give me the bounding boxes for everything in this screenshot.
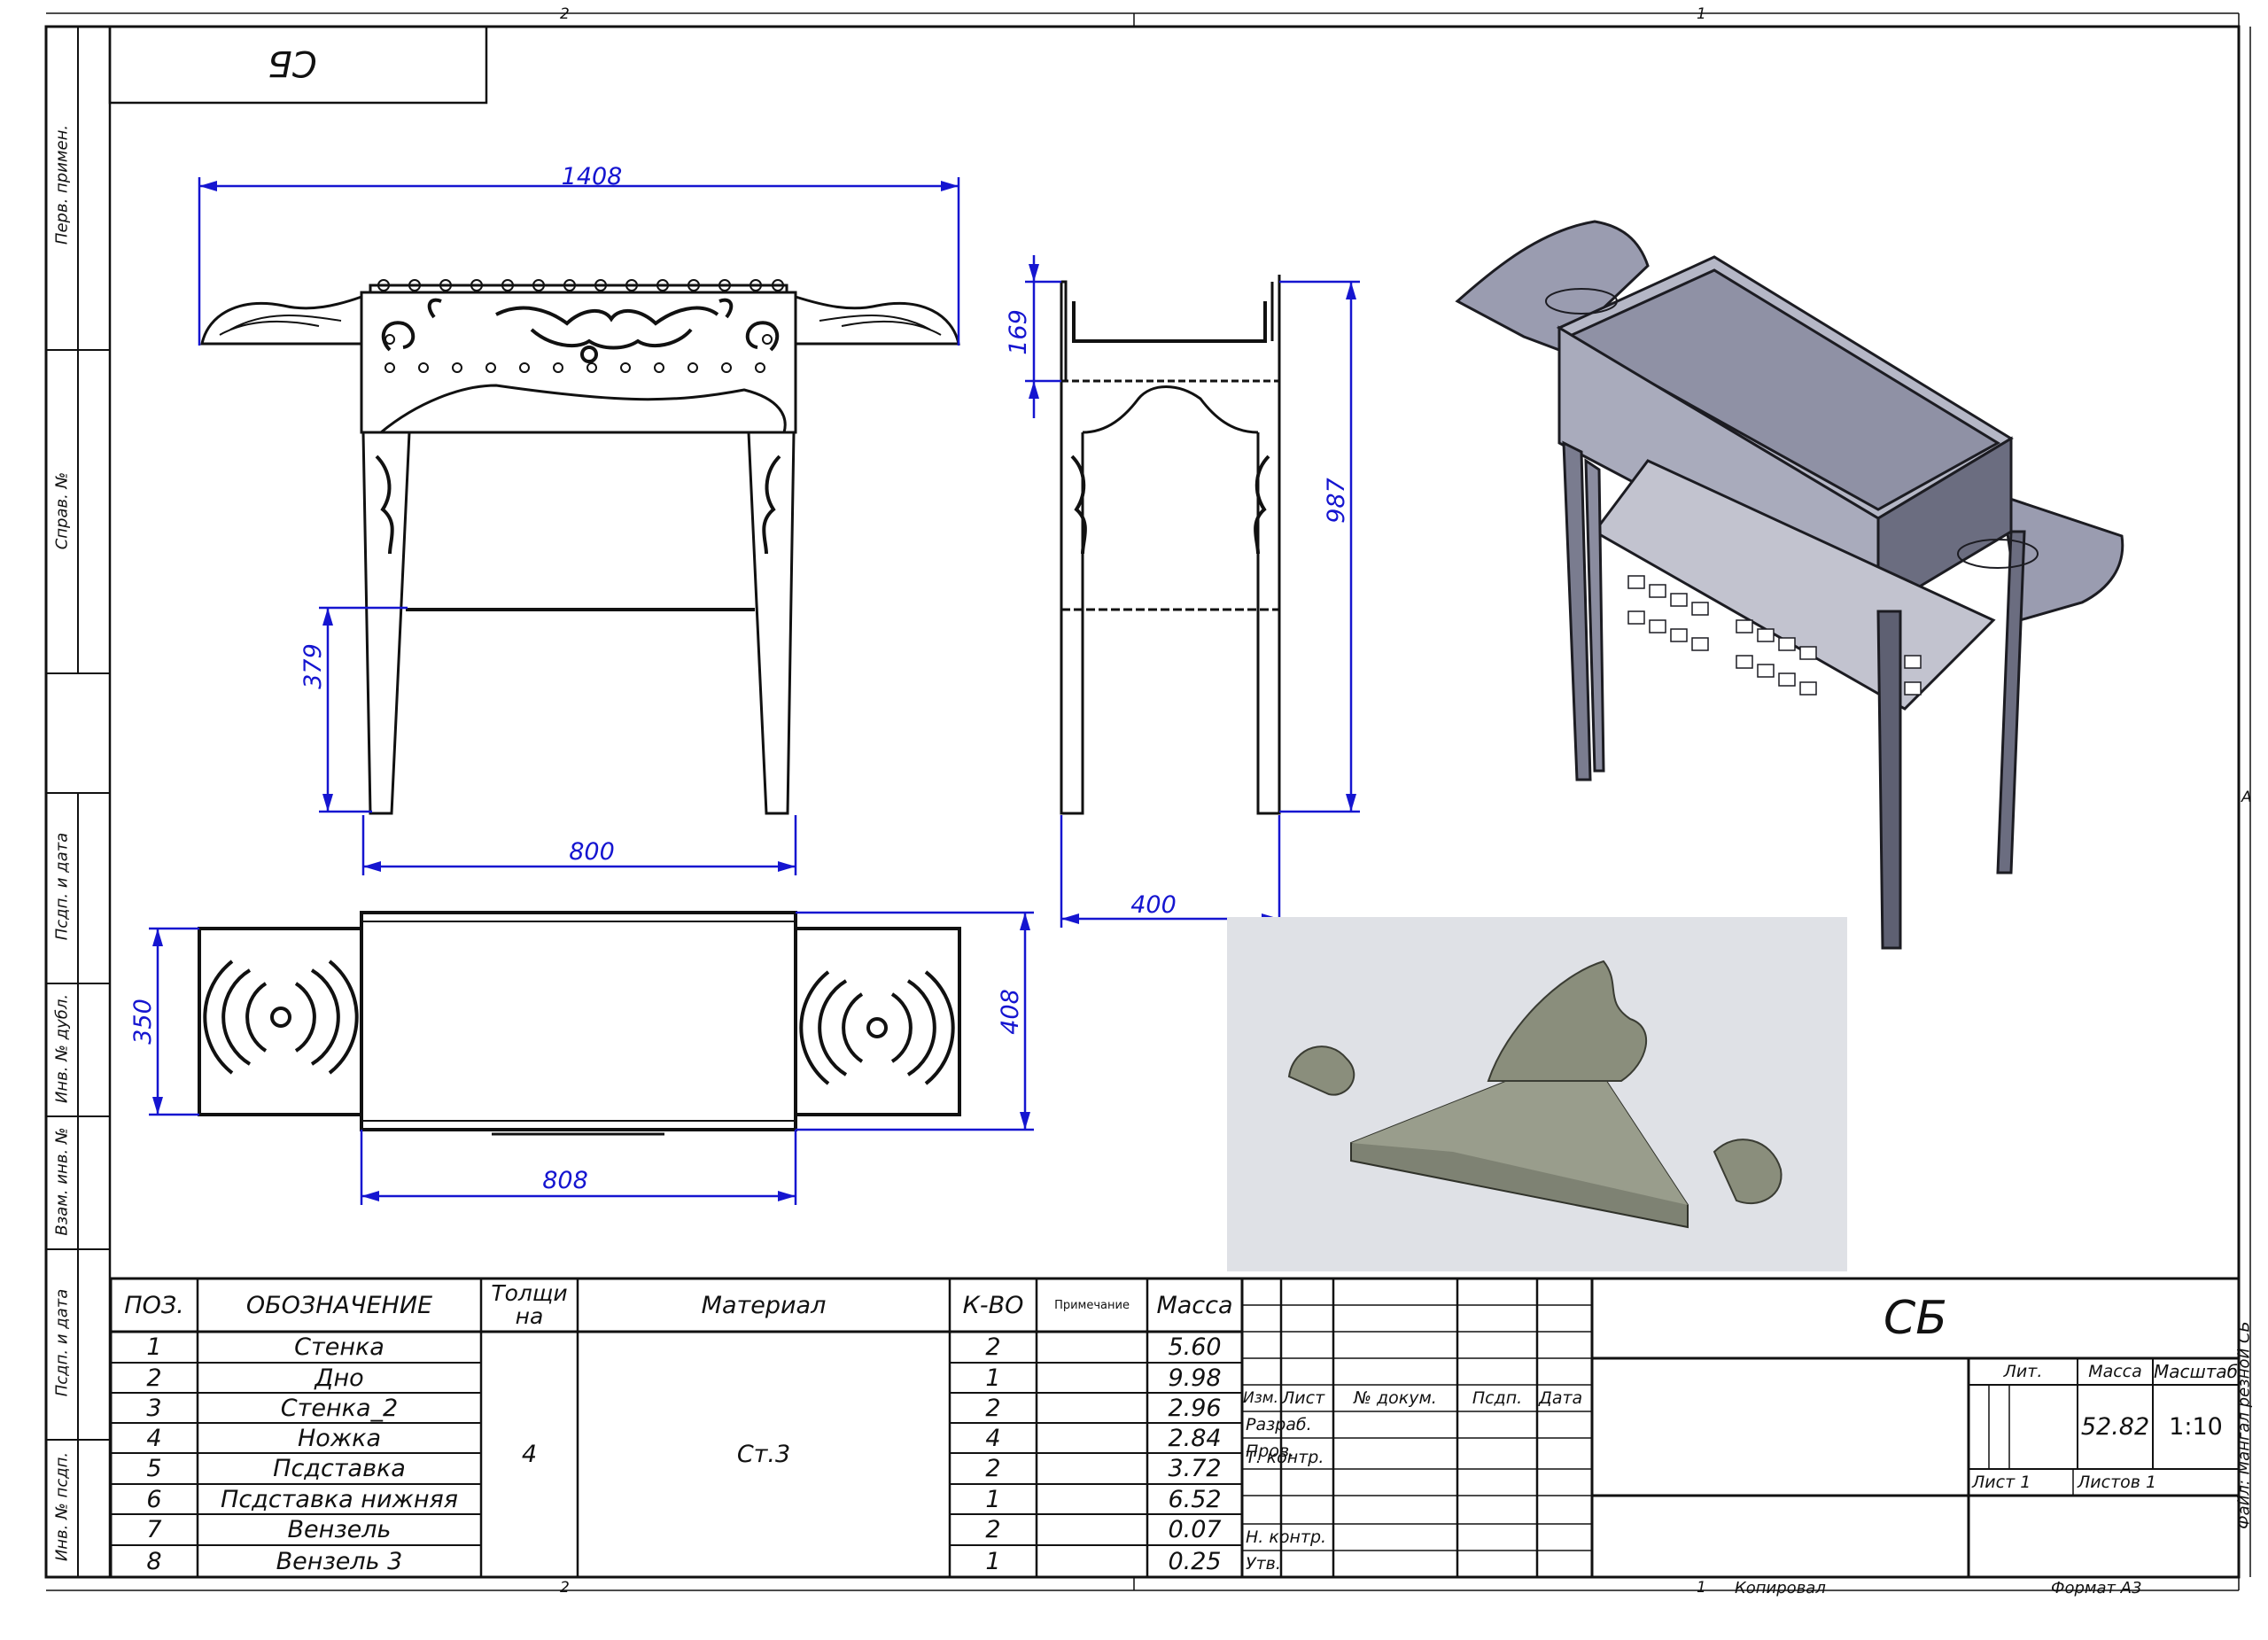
tb-role-developer: Разраб. (1246, 1415, 1312, 1434)
dim-side-width: 400 (1130, 891, 1177, 919)
tb-col-sign: Пcдп. (1472, 1388, 1523, 1408)
dim-plan-shelf-width: 350 (129, 999, 157, 1045)
spec-header-mass: Масса (1156, 1291, 1233, 1319)
front-view (200, 279, 960, 815)
spec-row-name: Стенка_2 (280, 1394, 399, 1422)
spec-row-mass: 2.84 (1168, 1424, 1222, 1452)
dim-body-length: 800 (569, 838, 615, 866)
dimension-lines (149, 177, 1360, 1205)
spec-row-pos: 7 (146, 1516, 162, 1543)
spec-header-pos: ПОЗ. (124, 1291, 184, 1319)
isometric-view (1455, 220, 2124, 950)
tb-mass-label: Масса (2088, 1362, 2142, 1381)
spec-row-qty: 1 (985, 1364, 1001, 1392)
dim-plan-body-width: 408 (997, 989, 1024, 1035)
spec-row-mass: 6.52 (1168, 1485, 1222, 1513)
plan-view (198, 911, 961, 1136)
spec-header-designation: ОБОЗНАЧЕНИЕ (245, 1291, 433, 1319)
spec-row-name: Пcдставка (273, 1455, 406, 1482)
zone-marker-top-left: 2 (560, 5, 570, 23)
spec-row-qty: 1 (985, 1547, 1001, 1575)
ornament-render (1227, 917, 1847, 1271)
spec-row-qty: 2 (985, 1455, 1001, 1482)
spec-row-name: Дно (315, 1364, 364, 1392)
spec-row-qty: 4 (985, 1424, 1001, 1452)
tb-col-izm: Изм. (1243, 1389, 1278, 1407)
zone-marker-bottom-right: 1 (1697, 1579, 1706, 1597)
tb-col-date: Дата (1539, 1388, 1583, 1408)
tb-mass-value: 52.82 (2080, 1413, 2150, 1441)
zone-marker-top-right: 1 (1697, 5, 1706, 23)
spec-row-mass: 0.25 (1168, 1547, 1222, 1575)
spec-row-mass: 2.96 (1168, 1394, 1222, 1422)
dim-side-depth: 169 (1005, 309, 1032, 355)
corner-stamp: СБ (268, 43, 317, 83)
spec-row-pos: 2 (146, 1364, 162, 1392)
spec-row-qty: 2 (985, 1394, 1001, 1422)
spec-row-qty: 1 (985, 1485, 1001, 1513)
spec-row-mass: 3.72 (1168, 1455, 1222, 1482)
dim-overall-length: 1408 (562, 163, 623, 190)
tb-file-label: Файл: Мангал резной СБ (2234, 1321, 2254, 1529)
spec-row-pos: 4 (146, 1424, 162, 1452)
spec-row-mass: 0.07 (1168, 1516, 1222, 1543)
spec-row-pos: 1 (146, 1333, 162, 1361)
spec-row-pos: 5 (146, 1455, 162, 1482)
tb-format-label: Формат А3 (2051, 1579, 2142, 1597)
spec-row-mass: 5.60 (1168, 1333, 1222, 1361)
tb-sheets-label: Листов 1 (2078, 1473, 2157, 1492)
tb-sheet-label: Лист 1 (1972, 1473, 2031, 1492)
title-doc-code: СБ (1884, 1292, 1947, 1345)
spec-row-name: Вензель (287, 1516, 392, 1543)
dim-total-height: 987 (1323, 478, 1350, 524)
tb-role-tech-control: Т. контр. (1246, 1448, 1324, 1467)
spec-row-qty: 2 (985, 1333, 1001, 1361)
zone-marker-right-side: А (2241, 789, 2252, 806)
tb-copied-label: Копировал (1735, 1579, 1826, 1597)
strip-label-orig-inv: Инв. № пcдп. (52, 1451, 72, 1562)
tb-col-list: Лист (1282, 1388, 1325, 1408)
spec-row-name: Пcдставка нижняя (221, 1485, 458, 1513)
spec-row-name: Ножка (298, 1424, 381, 1452)
zone-marker-bottom-left: 2 (560, 1579, 570, 1597)
dim-plan-body-length: 808 (542, 1167, 588, 1194)
tb-role-norm-control: Н. контр. (1246, 1527, 1327, 1547)
spec-header-qty: К-ВО (962, 1291, 1024, 1319)
spec-header-thickness: Толщина (491, 1279, 568, 1329)
tb-col-doc-no: № докум. (1354, 1388, 1437, 1408)
spec-row-pos: 6 (146, 1485, 162, 1513)
tb-lit-label: Лит. (2003, 1362, 2043, 1381)
spec-header-material: Материал (701, 1291, 827, 1319)
strip-label-first-use: Перв. примен. (52, 124, 72, 245)
spec-header-note: Примечание (1054, 1298, 1130, 1312)
tb-scale-value: 1:10 (2169, 1413, 2223, 1441)
tb-scale-label: Масштаб (2153, 1361, 2239, 1382)
strip-label-reference: Справ. № (52, 471, 72, 550)
spec-row-mass: 9.98 (1168, 1364, 1222, 1392)
dim-leg-brace-height: 379 (299, 643, 327, 689)
dimension-arrows (152, 181, 1356, 1201)
side-view (1060, 275, 1281, 815)
spec-row-pos: 3 (146, 1394, 162, 1422)
spec-row-name: Вензель 3 (276, 1547, 403, 1575)
spec-row-name: Стенка (294, 1333, 384, 1361)
spec-row-qty: 2 (985, 1516, 1001, 1543)
spec-row-pos: 8 (146, 1547, 162, 1575)
spec-thickness-value: 4 (521, 1441, 538, 1468)
tb-role-approved: Утв. (1246, 1554, 1281, 1574)
spec-material-value: Ст.3 (736, 1441, 791, 1468)
